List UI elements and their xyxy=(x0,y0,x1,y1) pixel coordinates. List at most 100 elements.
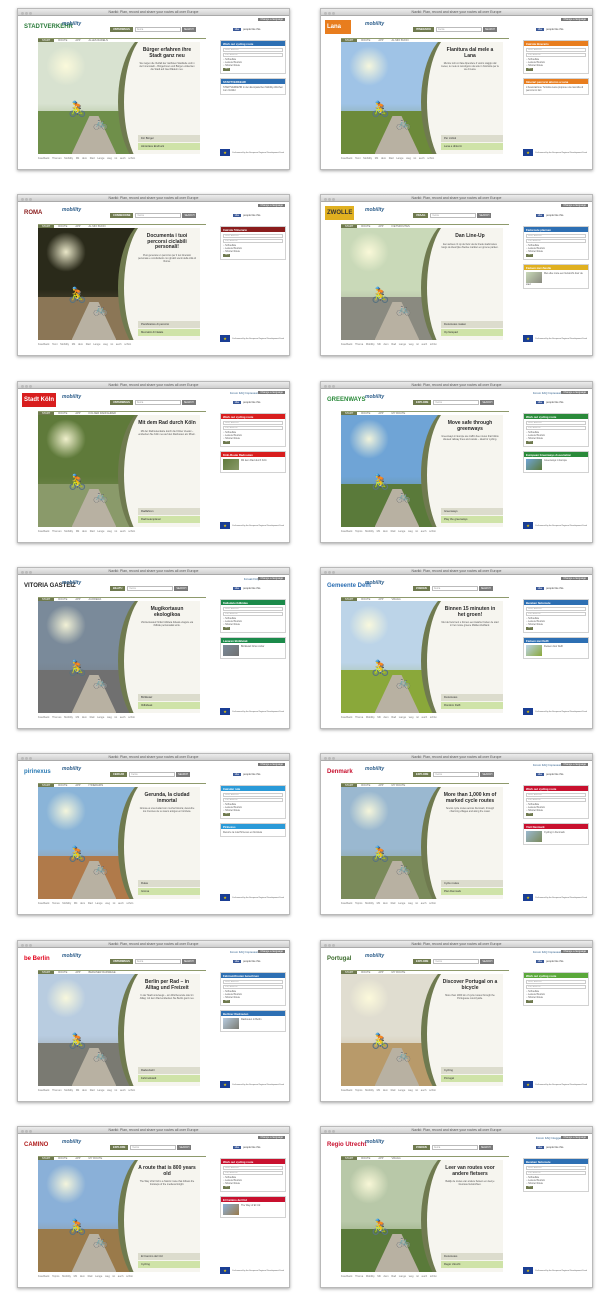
window-control-dot[interactable] xyxy=(21,571,24,574)
search-button[interactable]: SEARCH xyxy=(480,400,495,405)
window-control-dot[interactable] xyxy=(25,12,28,15)
partner-logo[interactable]: pirinexus xyxy=(22,765,53,779)
partner-logo[interactable]: be Berlin xyxy=(22,952,52,966)
search-button[interactable]: SEARCH xyxy=(176,772,191,777)
route-go-button[interactable]: GO xyxy=(223,1000,231,1003)
window-control-dot[interactable] xyxy=(324,1130,327,1133)
route-option-radio[interactable]: ○ Shorter Route xyxy=(223,623,283,626)
search-button[interactable]: SEARCH xyxy=(181,27,196,32)
hero-link[interactable]: Cycling xyxy=(138,1261,200,1268)
search-button[interactable]: SEARCH xyxy=(177,1145,192,1150)
window-control-dot[interactable] xyxy=(328,571,331,574)
route-from-input[interactable]: Start, Adresse xyxy=(526,234,586,238)
footer-links[interactable]: Feedback Thema Mobility Mit dem Rad Lang… xyxy=(341,1275,437,1278)
box-thumbnail[interactable] xyxy=(223,1018,239,1029)
facebook-like-button[interactable]: Like xyxy=(232,587,242,590)
facebook-like-button[interactable]: Like xyxy=(535,1146,545,1149)
search-input[interactable]: Cerca xyxy=(433,400,480,405)
partner-logo[interactable]: GREENWAYS xyxy=(325,393,368,407)
naviki-logo[interactable]: mobility xyxy=(62,766,81,772)
mode-button[interactable]: CONNEXIONE xyxy=(110,213,134,218)
route-to-input[interactable]: Ziel, Adresse xyxy=(223,1171,283,1175)
search-input[interactable]: Cerca xyxy=(433,959,480,964)
partner-logo[interactable]: Denmark xyxy=(325,765,355,779)
search-input[interactable]: Cerca xyxy=(134,27,181,32)
hero-link[interactable]: Mercatini di Natale xyxy=(138,329,200,336)
route-option-radio[interactable]: ○ Shorter Route xyxy=(223,437,283,440)
route-go-button[interactable]: GO xyxy=(526,441,534,444)
search-button[interactable]: SEARCH xyxy=(483,27,497,32)
naviki-logo[interactable]: mobility xyxy=(365,1139,384,1145)
mode-button[interactable]: BILATU xyxy=(110,586,126,591)
window-control-dot[interactable] xyxy=(324,198,327,201)
route-go-button[interactable]: GO xyxy=(526,1000,534,1003)
box-thumbnail[interactable] xyxy=(223,645,239,656)
route-option-radio[interactable]: ○ Shorter Route xyxy=(223,64,283,67)
facebook-like-button[interactable]: Like xyxy=(232,401,242,404)
route-from-input[interactable]: Start, Adresse xyxy=(223,421,283,425)
window-control-dot[interactable] xyxy=(328,757,331,760)
window-control-dot[interactable] xyxy=(29,198,32,201)
route-option-radio[interactable]: ○ Shorter Route xyxy=(223,1182,283,1185)
window-control-dot[interactable] xyxy=(25,571,28,574)
search-button[interactable]: SEARCH xyxy=(181,959,196,964)
box-text[interactable]: Fietsen door Delft xyxy=(544,645,563,648)
change-language-button[interactable]: Change a language xyxy=(258,950,285,953)
hero-link[interactable]: Greenways xyxy=(441,508,503,515)
partner-logo[interactable]: Portugal xyxy=(325,952,354,966)
route-from-input[interactable]: Start, Adresse xyxy=(526,48,586,52)
route-to-input[interactable]: Ziel, Adresse xyxy=(526,426,586,430)
box-text[interactable]: Mit dem Rad durch Köln xyxy=(241,459,267,462)
route-go-button[interactable]: GO xyxy=(526,254,534,257)
search-button[interactable]: SEARCH xyxy=(174,586,189,591)
naviki-logo[interactable]: mobility xyxy=(365,580,384,586)
hero-link[interactable]: Ibilbideak xyxy=(138,702,200,709)
facebook-like-button[interactable]: Like xyxy=(535,960,545,963)
route-to-input[interactable]: Ziel, Adresse xyxy=(223,798,283,802)
box-text[interactable]: Cycling in Denmark xyxy=(544,831,565,834)
hero-link[interactable]: Plan Denmark xyxy=(441,888,503,895)
footer-links[interactable]: Feedback Themen Mobility Mit dem Rad Lan… xyxy=(38,1089,135,1092)
facebook-like[interactable]: Like people like this. xyxy=(232,587,261,590)
window-control-dot[interactable] xyxy=(29,571,32,574)
route-option-radio[interactable]: ○ Shorter Route xyxy=(526,437,586,440)
route-option-radio[interactable]: ○ Shorter Route xyxy=(526,809,586,812)
top-links[interactable]: Foroak FAQ xyxy=(244,577,259,581)
naviki-logo[interactable]: mobility xyxy=(62,580,81,586)
window-control-dot[interactable] xyxy=(25,198,28,201)
search-input[interactable]: Cerca xyxy=(135,213,182,218)
mode-button[interactable]: EXPLORE xyxy=(110,1145,129,1150)
box-thumbnail[interactable] xyxy=(526,272,542,283)
hero-link[interactable]: Fietsroutes maken xyxy=(441,321,503,328)
facebook-like[interactable]: Like people like this. xyxy=(535,587,564,590)
top-links[interactable]: Forum FAQ Impressum xyxy=(533,950,562,954)
facebook-like[interactable]: Like people like this. xyxy=(232,1146,261,1149)
window-control-dot[interactable] xyxy=(324,944,327,947)
footer-links[interactable]: Feedback Temi Mobility Mit dem Rad Lange… xyxy=(38,343,131,346)
window-control-dot[interactable] xyxy=(21,12,24,15)
footer-links[interactable]: Feedback Temi Mobility Mit dem Rad Lange… xyxy=(341,157,434,160)
footer-links[interactable]: Feedback Topics Mobility Mit dem Rad Lan… xyxy=(341,530,436,533)
top-links[interactable]: Forum FAQ Impressum xyxy=(230,950,259,954)
naviki-logo[interactable]: mobility xyxy=(62,394,81,400)
facebook-like-button[interactable]: Like xyxy=(535,214,545,217)
box-thumbnail[interactable] xyxy=(526,645,542,656)
footer-links[interactable]: Feedback Topics Mobility Mit dem Rad Lan… xyxy=(341,902,436,905)
route-go-button[interactable]: GO xyxy=(223,627,231,630)
route-to-input[interactable]: Ziel, Adresse xyxy=(223,985,283,989)
window-control-dot[interactable] xyxy=(29,757,32,760)
route-from-input[interactable]: Start, Adresse xyxy=(223,793,283,797)
partner-logo[interactable]: CAMINO xyxy=(22,1138,51,1152)
route-option-radio[interactable]: ○ Shorter Route xyxy=(223,250,283,253)
mode-button[interactable]: ITINERARIO xyxy=(413,27,434,32)
change-language-button[interactable]: Change a language xyxy=(258,1136,285,1139)
naviki-logo[interactable]: mobility xyxy=(62,21,81,27)
box-text[interactable]: The Way of El Cid xyxy=(241,1204,260,1207)
naviki-logo[interactable]: mobility xyxy=(365,21,384,27)
window-control-dot[interactable] xyxy=(29,944,32,947)
facebook-like-button[interactable]: Like xyxy=(232,960,242,963)
mode-button[interactable]: VRAAG xyxy=(413,213,429,218)
search-input[interactable]: Cerca xyxy=(134,400,181,405)
hero-link[interactable]: Fahrradstadt xyxy=(138,1075,200,1082)
partner-logo[interactable]: ROMA xyxy=(22,206,48,220)
